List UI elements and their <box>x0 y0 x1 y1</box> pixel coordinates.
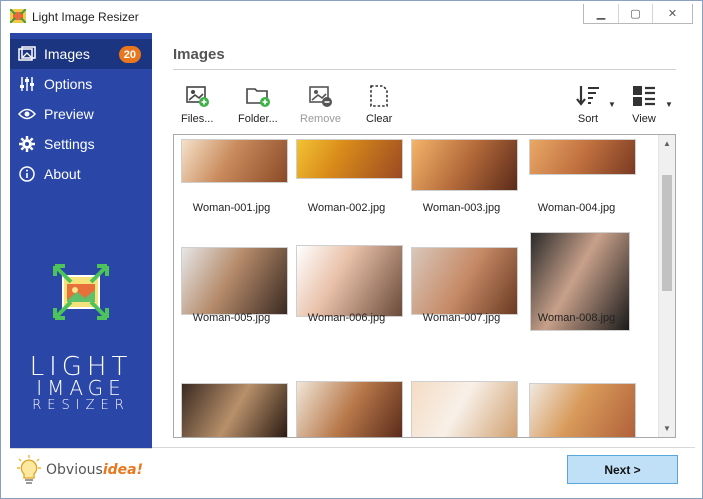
thumbnail-filename: Woman-004.jpg <box>537 202 616 214</box>
thumbnail-filename: Woman-006.jpg <box>307 312 386 324</box>
remove-label: Remove <box>300 113 341 125</box>
add-files-button[interactable]: Files... <box>181 84 213 126</box>
remove-button[interactable]: Remove <box>300 84 341 126</box>
image-count-badge: 20 <box>118 46 141 63</box>
title-divider <box>173 69 676 70</box>
app-window: Light Image Resizer ▁ ▢ ✕ Images 20 Opti… <box>0 0 703 499</box>
scroll-up-icon[interactable]: ▲ <box>659 135 675 152</box>
sidebar-item-label: Preview <box>44 106 94 122</box>
close-button[interactable]: ✕ <box>652 4 692 23</box>
brand-name-part2: idea! <box>102 461 143 478</box>
brand-name: Obviousidea! <box>46 462 143 478</box>
scroll-down-icon[interactable]: ▼ <box>659 420 675 437</box>
app-logo-icon <box>53 264 109 320</box>
lightbulb-icon <box>17 454 41 484</box>
footer-divider <box>152 447 695 448</box>
logo-text-resizer: RESIZER <box>32 398 130 413</box>
sliders-icon <box>18 75 36 93</box>
thumbnail-image[interactable] <box>181 247 288 315</box>
sort-label: Sort <box>577 113 599 125</box>
thumbnail-image[interactable] <box>411 247 518 315</box>
thumbnail-filename: Woman-001.jpg <box>192 202 271 214</box>
clear-icon <box>370 85 388 107</box>
sidebar-item-label: Options <box>44 76 93 92</box>
window-title: Light Image Resizer <box>32 10 139 24</box>
view-button[interactable]: View <box>631 84 657 126</box>
thumbnail-filename: Woman-002.jpg <box>307 202 386 214</box>
thumbnail-image[interactable] <box>529 139 636 175</box>
images-icon <box>18 45 36 63</box>
thumbnail-image[interactable] <box>296 381 403 437</box>
add-folder-button[interactable]: Folder... <box>238 84 278 126</box>
thumbnail-image[interactable] <box>411 381 518 437</box>
thumbnail-image[interactable] <box>296 139 403 179</box>
thumbnail-image[interactable] <box>181 139 288 183</box>
sort-dropdown-icon[interactable]: ▼ <box>608 100 616 109</box>
sidebar-item-images[interactable]: Images 20 <box>10 39 152 69</box>
sort-icon <box>576 86 599 106</box>
scroll-thumb[interactable] <box>662 175 672 291</box>
sidebar-nav: Images 20 Options Preview Settings About <box>10 39 152 189</box>
brand-logo[interactable]: Obviousidea! <box>10 448 152 490</box>
window-controls: ▁ ▢ ✕ <box>583 4 693 24</box>
thumbnail-filename: Woman-005.jpg <box>192 312 271 324</box>
minimize-button[interactable]: ▁ <box>584 4 618 23</box>
logo-text-image: IMAGE <box>36 376 126 400</box>
sidebar-item-label: About <box>44 166 81 182</box>
sidebar-item-options[interactable]: Options <box>10 69 152 99</box>
add-folder-icon <box>246 88 270 107</box>
restore-button[interactable]: ▢ <box>618 4 652 23</box>
thumbnail-image[interactable] <box>529 383 636 437</box>
view-list-icon <box>633 86 655 106</box>
sidebar-item-preview[interactable]: Preview <box>10 99 152 129</box>
sidebar-item-label: Settings <box>44 136 95 152</box>
view-label: View <box>632 113 656 125</box>
page-title: Images <box>173 46 225 63</box>
thumbnail-filename: Woman-008.jpg <box>537 312 616 324</box>
sidebar-item-about[interactable]: About <box>10 159 152 189</box>
add-image-icon <box>186 86 210 107</box>
sidebar-item-settings[interactable]: Settings <box>10 129 152 159</box>
clear-label: Clear <box>366 113 393 125</box>
gear-icon <box>18 135 36 153</box>
sort-button[interactable]: Sort <box>575 84 601 126</box>
remove-image-icon <box>309 86 333 107</box>
thumbnail-image[interactable] <box>411 139 518 191</box>
thumbnail-filename: Woman-003.jpg <box>422 202 501 214</box>
title-bar[interactable]: Light Image Resizer ▁ ▢ ✕ <box>1 1 702 32</box>
clear-button[interactable]: Clear <box>366 84 392 126</box>
thumbnail-filename: Woman-007.jpg <box>422 312 501 324</box>
info-icon <box>18 165 36 183</box>
sidebar: Images 20 Options Preview Settings About… <box>10 33 152 490</box>
gallery-scrollbar[interactable]: ▲ ▼ <box>658 135 675 437</box>
app-icon <box>10 9 26 23</box>
brand-name-part1: Obvious <box>46 461 103 478</box>
thumbnail-image[interactable] <box>296 245 403 317</box>
add-folder-label: Folder... <box>238 113 278 125</box>
eye-icon <box>18 105 36 123</box>
next-button[interactable]: Next > <box>567 455 678 484</box>
thumbnail-image[interactable] <box>181 383 288 437</box>
image-gallery[interactable]: Woman-001.jpg Woman-002.jpg Woman-003.jpg W… <box>173 134 676 438</box>
add-files-label: Files... <box>181 113 214 125</box>
sidebar-item-label: Images <box>44 46 90 62</box>
view-dropdown-icon[interactable]: ▼ <box>665 100 673 109</box>
